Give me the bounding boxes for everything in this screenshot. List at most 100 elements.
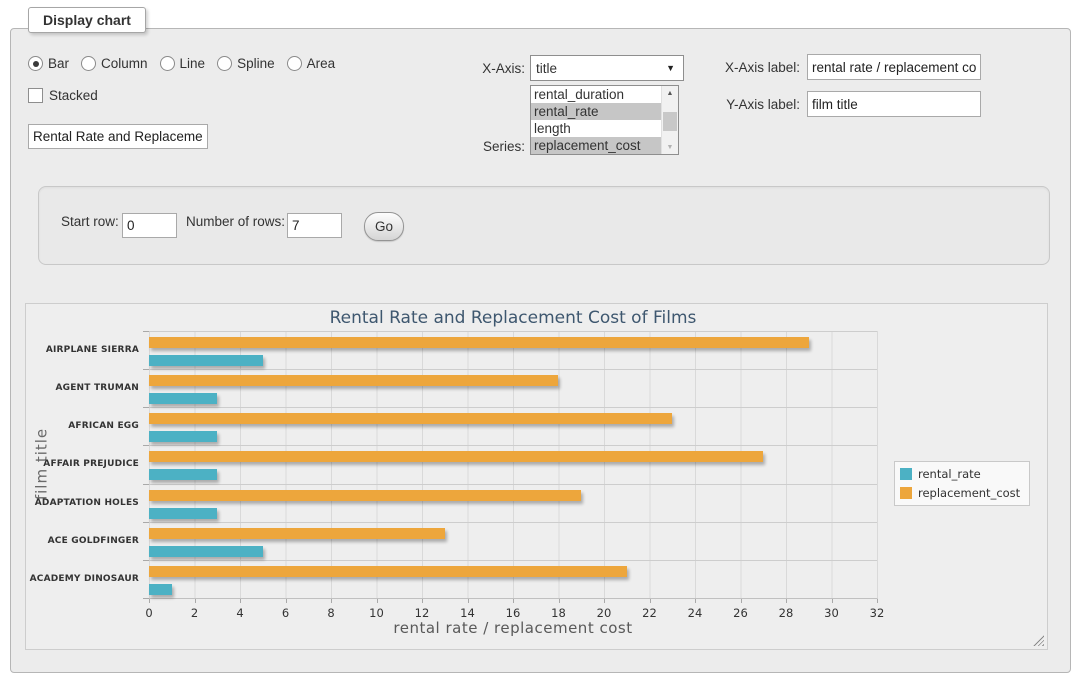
x-tick-label: 16: [506, 606, 521, 620]
x-tick-mark: [832, 599, 833, 603]
x-axis-select-label: X-Axis:: [450, 61, 525, 76]
bar-rental_rate[interactable]: [149, 584, 172, 595]
y-axis-label-input[interactable]: [807, 91, 981, 117]
number-of-rows-input[interactable]: [287, 213, 342, 238]
chart-type-radio-area[interactable]: Area: [287, 56, 336, 71]
bar-rental_rate[interactable]: [149, 393, 217, 404]
category-label: ACADEMY DINOSAUR: [26, 560, 139, 598]
chart-legend: rental_rate replacement_cost: [894, 461, 1030, 506]
series-option-rental_rate[interactable]: rental_rate: [531, 103, 661, 120]
radio-button[interactable]: [160, 56, 175, 71]
x-tick-label: 24: [688, 606, 703, 620]
series-select-label: Series:: [450, 139, 525, 154]
start-row-label: Start row:: [61, 214, 119, 229]
legend-label: replacement_cost: [918, 486, 1020, 500]
legend-label: rental_rate: [918, 467, 981, 481]
scrollbar-down-icon[interactable]: ▼: [662, 140, 678, 154]
chart-type-radio-column[interactable]: Column: [81, 56, 148, 71]
stacked-row: Stacked: [28, 88, 98, 103]
x-tick-mark: [286, 599, 287, 603]
series-scrollbar[interactable]: ▲ ▼: [661, 86, 678, 154]
legend-swatch: [900, 487, 912, 499]
category-label: ACE GOLDFINGER: [26, 522, 139, 560]
radio-button[interactable]: [28, 56, 43, 71]
x-tick-label: 12: [415, 606, 430, 620]
bar-replacement_cost[interactable]: [149, 375, 558, 386]
bar-rental_rate[interactable]: [149, 546, 263, 557]
series-option-length[interactable]: length: [531, 120, 661, 137]
x-tick-mark: [695, 599, 696, 603]
series-option-replacement_cost[interactable]: replacement_cost: [531, 137, 661, 154]
x-tick-label: 18: [551, 606, 566, 620]
legend-item-replacement_cost[interactable]: replacement_cost: [900, 486, 1020, 500]
series-listbox[interactable]: rental_durationrental_ratelengthreplacem…: [530, 85, 679, 155]
x-tick-label: 30: [824, 606, 839, 620]
bar-group: [149, 445, 877, 483]
bar-replacement_cost[interactable]: [149, 337, 809, 348]
x-tick-mark: [650, 599, 651, 603]
x-tick-label: 0: [145, 606, 152, 620]
resize-grip-icon[interactable]: [1033, 635, 1044, 646]
bar-rental_rate[interactable]: [149, 355, 263, 366]
bar-replacement_cost[interactable]: [149, 451, 763, 462]
chart-type-radio-line[interactable]: Line: [160, 56, 206, 71]
legend-item-rental_rate[interactable]: rental_rate: [900, 467, 1020, 481]
bar-group: [149, 484, 877, 522]
x-tick-label: 32: [870, 606, 885, 620]
rows-panel: Start row: Number of rows: Go: [38, 186, 1050, 265]
chart-title: Rental Rate and Replacement Cost of Film…: [149, 308, 877, 328]
scrollbar-up-icon[interactable]: ▲: [662, 86, 678, 100]
radio-label: Bar: [48, 56, 69, 71]
go-button[interactable]: Go: [364, 212, 404, 241]
radio-button[interactable]: [81, 56, 96, 71]
bar-replacement_cost[interactable]: [149, 413, 672, 424]
scrollbar-thumb[interactable]: [663, 112, 677, 131]
bar-group: [149, 331, 877, 369]
fieldset-title: Display chart: [28, 7, 146, 33]
plot-area: [149, 331, 878, 599]
x-tick-label: 26: [733, 606, 748, 620]
x-tick-mark: [240, 599, 241, 603]
x-tick-mark: [559, 599, 560, 603]
bar-group: [149, 369, 877, 407]
chart-title-input[interactable]: [28, 124, 208, 149]
radio-button[interactable]: [287, 56, 302, 71]
category-label: AFRICAN EGG: [26, 407, 139, 445]
series-option-rental_duration[interactable]: rental_duration: [531, 86, 661, 103]
chart-type-radio-bar[interactable]: Bar: [28, 56, 69, 71]
category-label: AGENT TRUMAN: [26, 369, 139, 407]
page: Display chart Bar Column Line Spline Area St…: [0, 0, 1081, 681]
x-tick-label: 14: [460, 606, 475, 620]
radio-button[interactable]: [217, 56, 232, 71]
chart-type-radio-spline[interactable]: Spline: [217, 56, 275, 71]
x-tick-mark: [513, 599, 514, 603]
category-label: AIRPLANE SIERRA: [26, 331, 139, 369]
x-tick-label: 10: [369, 606, 384, 620]
bar-replacement_cost[interactable]: [149, 490, 581, 501]
x-axis-select[interactable]: title ▼: [530, 55, 684, 81]
number-of-rows-label: Number of rows:: [186, 214, 285, 229]
x-tick-label: 8: [327, 606, 334, 620]
bar-replacement_cost[interactable]: [149, 528, 445, 539]
chart-container: Rental Rate and Replacement Cost of Film…: [25, 303, 1048, 650]
start-row-input[interactable]: [122, 213, 177, 238]
radio-label: Area: [307, 56, 336, 71]
bar-replacement_cost[interactable]: [149, 566, 627, 577]
bar-rental_rate[interactable]: [149, 431, 217, 442]
bar-rental_rate[interactable]: [149, 469, 217, 480]
x-tick-mark: [468, 599, 469, 603]
radio-label: Spline: [237, 56, 275, 71]
category-label: ADAPTATION HOLES: [26, 484, 139, 522]
x-tick-label: 22: [642, 606, 657, 620]
x-tick-label: 4: [236, 606, 243, 620]
radio-label: Column: [101, 56, 148, 71]
x-tick-mark: [149, 599, 150, 603]
category-label: AFFAIR PREJUDICE: [26, 445, 139, 483]
legend-swatch: [900, 468, 912, 480]
x-axis-label-input[interactable]: [807, 54, 981, 80]
bar-rental_rate[interactable]: [149, 508, 217, 519]
x-tick-mark: [422, 599, 423, 603]
stacked-checkbox[interactable]: [28, 88, 43, 103]
x-tick-mark: [604, 599, 605, 603]
bar-group: [149, 560, 877, 598]
